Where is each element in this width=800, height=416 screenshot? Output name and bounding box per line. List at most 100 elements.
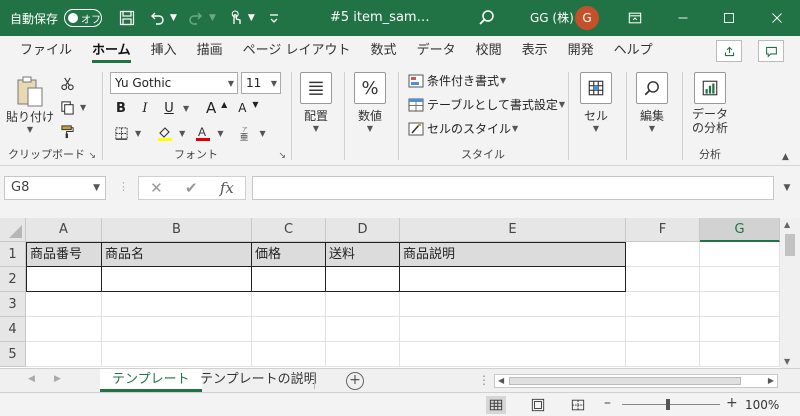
cell-c3[interactable] (252, 292, 326, 317)
scroll-left-icon[interactable]: ◀ (498, 375, 504, 387)
bold-button[interactable]: B (110, 97, 132, 119)
tab-developer[interactable]: 開発 (558, 36, 604, 66)
font-color-icon[interactable]: A (192, 122, 214, 144)
cell-g4[interactable] (700, 317, 780, 342)
row-header-4[interactable]: 4 (0, 317, 26, 342)
column-header-c[interactable]: C (252, 218, 326, 242)
share-icon[interactable] (716, 40, 742, 62)
cell-c5[interactable] (252, 342, 326, 367)
cell-f3[interactable] (626, 292, 700, 317)
add-sheet-icon[interactable]: + (346, 372, 364, 390)
cell-d5[interactable] (326, 342, 400, 367)
borders-dropdown-icon[interactable]: ▼ (135, 129, 141, 138)
cell-f1[interactable] (626, 242, 700, 267)
tab-formulas[interactable]: 数式 (361, 36, 407, 66)
cell-d1[interactable]: 送料 (326, 242, 400, 267)
avatar[interactable]: G (575, 6, 599, 30)
cell-b5[interactable] (102, 342, 252, 367)
column-header-e[interactable]: E (400, 218, 626, 242)
page-break-view-icon[interactable] (568, 396, 588, 414)
search-icon[interactable] (477, 8, 497, 28)
cell-a5[interactable] (26, 342, 102, 367)
fill-color-dropdown-icon[interactable]: ▼ (179, 129, 185, 138)
row-header-5[interactable]: 5 (0, 342, 26, 367)
horizontal-scrollbar[interactable]: ◀ ▶ (494, 374, 778, 388)
increase-font-button[interactable]: A (200, 97, 222, 119)
row-header-2[interactable]: 2 (0, 267, 26, 292)
tab-review[interactable]: 校閲 (466, 36, 512, 66)
cell-g3[interactable] (700, 292, 780, 317)
cell-f4[interactable] (626, 317, 700, 342)
format-painter-icon[interactable] (56, 120, 78, 142)
cell-f2[interactable] (626, 267, 700, 292)
zoom-slider-track[interactable] (622, 404, 720, 405)
undo-dropdown-icon[interactable]: ▼ (170, 13, 177, 23)
next-sheet-icon[interactable]: ▶ (54, 374, 61, 384)
row-header-3[interactable]: 3 (0, 292, 26, 317)
cell-e1[interactable]: 商品説明 (400, 242, 626, 267)
customize-toolbar-icon[interactable] (263, 7, 285, 29)
phonetic-dropdown-icon[interactable]: ▼ (259, 129, 265, 138)
save-icon[interactable] (116, 7, 138, 29)
cell-c2[interactable] (252, 267, 326, 292)
column-header-f[interactable]: F (626, 218, 700, 242)
close-icon[interactable] (754, 0, 800, 36)
cell-b4[interactable] (102, 317, 252, 342)
redo-icon[interactable] (185, 7, 207, 29)
vertical-scroll-thumb[interactable] (785, 234, 795, 256)
cell-c1[interactable]: 価格 (252, 242, 326, 267)
underline-dropdown-icon[interactable]: ▼ (183, 104, 189, 113)
cell-d3[interactable] (326, 292, 400, 317)
tab-help[interactable]: ヘルプ (604, 36, 663, 66)
cell-a1[interactable]: 商品番号 (26, 242, 102, 267)
alignment-button[interactable]: 配置 ▼ (300, 72, 332, 133)
scroll-right-icon[interactable]: ▶ (768, 375, 774, 387)
column-header-b[interactable]: B (102, 218, 252, 242)
decrease-font-button[interactable]: A (231, 97, 253, 119)
cell-c4[interactable] (252, 317, 326, 342)
font-size-dropdown-icon[interactable]: ▼ (271, 79, 277, 88)
font-size-input[interactable]: 11 ▼ (241, 72, 281, 94)
select-all-corner[interactable] (0, 218, 26, 242)
underline-button[interactable]: U (158, 97, 180, 119)
enter-icon[interactable]: ✔ (185, 179, 198, 197)
document-title[interactable]: #5 item_sam… (330, 0, 430, 36)
maximize-icon[interactable] (706, 0, 752, 36)
paste-dropdown-icon[interactable]: ▼ (27, 125, 33, 134)
cell-g1[interactable] (700, 242, 780, 267)
zoom-out-icon[interactable]: – (604, 395, 611, 411)
sheet-tab-template-help[interactable]: テンプレートの説明 (188, 369, 329, 392)
prev-sheet-icon[interactable]: ◀ (28, 374, 35, 384)
zoom-in-icon[interactable]: + (726, 395, 738, 411)
tab-view[interactable]: 表示 (512, 36, 558, 66)
tab-home[interactable]: ホーム (82, 36, 141, 66)
touch-dropdown-icon[interactable]: ▼ (248, 13, 255, 23)
borders-icon[interactable] (110, 122, 132, 144)
tab-insert[interactable]: 挿入 (141, 36, 187, 66)
cell-g5[interactable] (700, 342, 780, 367)
cut-icon[interactable] (56, 72, 78, 94)
minimize-icon[interactable] (660, 0, 706, 36)
redo-dropdown-icon[interactable]: ▼ (209, 13, 216, 23)
cell-b1[interactable]: 商品名 (102, 242, 252, 267)
cell-e5[interactable] (400, 342, 626, 367)
cell-f5[interactable] (626, 342, 700, 367)
autosave-toggle[interactable]: オフ (64, 9, 103, 27)
vertical-scrollbar[interactable]: ▲ ▼ (780, 218, 800, 368)
tab-file[interactable]: ファイル (10, 36, 82, 66)
zoom-slider-thumb[interactable] (666, 399, 670, 410)
page-layout-view-icon[interactable] (528, 396, 548, 414)
ribbon-display-icon[interactable] (612, 0, 658, 36)
formula-input[interactable] (252, 176, 774, 200)
user-name[interactable]: GG (株) (530, 0, 574, 36)
collapse-ribbon-icon[interactable]: ▲ (782, 152, 789, 162)
zoom-level[interactable]: 100% (745, 393, 779, 416)
comments-icon[interactable] (758, 40, 784, 62)
row-header-1[interactable]: 1 (0, 242, 26, 267)
cell-e2[interactable] (400, 267, 626, 292)
clipboard-launcher-icon[interactable]: ↘ (88, 151, 96, 161)
editing-button[interactable]: 編集 ▼ (636, 72, 668, 133)
cell-a3[interactable] (26, 292, 102, 317)
cell-d4[interactable] (326, 317, 400, 342)
tab-split-grip-icon[interactable]: ⋮ (478, 373, 490, 387)
